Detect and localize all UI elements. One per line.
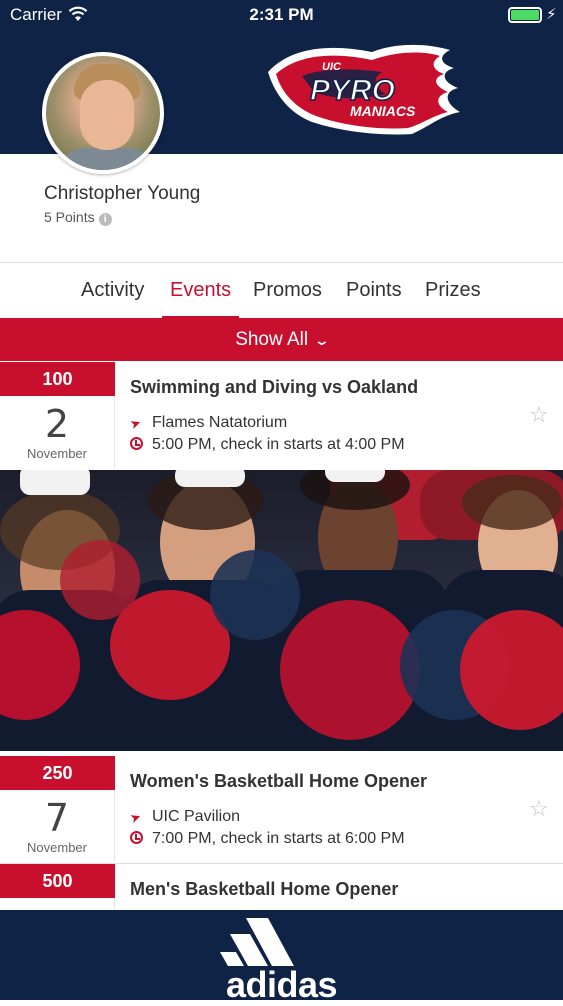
status-bar: Carrier 2:31 PM ⚡ [0, 0, 563, 30]
battery-icon [508, 7, 542, 23]
tab-points[interactable]: Points [346, 279, 402, 302]
avatar[interactable] [42, 52, 164, 174]
event-title: Women's Basketball Home Opener [130, 771, 428, 791]
show-all-label: Show All [235, 329, 309, 350]
logo-sub-text: MANIACS [350, 103, 416, 119]
charging-bolt-icon: ⚡ [546, 6, 557, 23]
tab-activity[interactable]: Activity [81, 279, 144, 302]
tab-promos[interactable]: Promos [253, 279, 322, 302]
event-title: Swimming and Diving vs Oakland [130, 377, 419, 397]
clock-icon [130, 437, 143, 450]
event-date: 2 November [0, 396, 115, 468]
tab-events[interactable]: Events [170, 279, 231, 302]
event-points-badge: 250 [0, 756, 115, 790]
user-points-label: 5 Points [44, 209, 95, 225]
event-points-badge: 500 [0, 864, 115, 898]
event-points-badge: 100 [0, 362, 115, 396]
event-location-text: UIC Pavilion [152, 808, 241, 825]
logo-small-text: UIC [322, 61, 342, 73]
status-time: 2:31 PM [249, 5, 314, 24]
event-time-text: 7:00 PM, check in starts at 6:00 PM [152, 830, 405, 847]
event-time: 5:00 PM, check in starts at 4:00 PM [130, 436, 405, 454]
event-location: ➤ UIC Pavilion [127, 808, 241, 827]
event-title: Men's Basketball Home Opener [130, 879, 399, 899]
event-time: 7:00 PM, check in starts at 6:00 PM [130, 830, 405, 848]
sponsor-footer[interactable]: adidas [0, 910, 563, 1005]
event-month: November [27, 840, 87, 855]
user-points: 5 Points i [44, 209, 112, 226]
clock-icon [130, 831, 143, 844]
event-card[interactable]: 100 2 November Swimming and Diving vs Oa… [0, 362, 563, 470]
info-icon[interactable]: i [98, 213, 112, 226]
event-location-text: Flames Natatorium [152, 414, 288, 431]
user-name: Christopher Young [44, 183, 201, 204]
event-time-text: 5:00 PM, check in starts at 4:00 PM [152, 436, 405, 453]
event-date [0, 898, 115, 910]
event-location: ➤ Flames Natatorium [127, 414, 288, 433]
event-date: 7 November [0, 790, 115, 862]
chevron-down-icon: ⌄ [313, 332, 331, 348]
show-all-filter[interactable]: Show All ⌄ [0, 318, 563, 361]
event-month: November [27, 446, 87, 461]
tab-bar: Activity Events Promos Points Prizes [0, 263, 563, 318]
event-photo [0, 470, 563, 751]
location-arrow-icon: ➤ [127, 808, 144, 827]
star-icon[interactable]: ☆ [529, 796, 549, 822]
star-icon[interactable]: ☆ [529, 402, 549, 428]
event-day: 2 [44, 402, 70, 446]
tab-prizes[interactable]: Prizes [425, 279, 481, 302]
event-card[interactable]: 500 Men's Basketball Home Opener [0, 864, 563, 910]
event-day: 7 [44, 796, 70, 840]
location-arrow-icon: ➤ [127, 414, 144, 433]
event-card[interactable]: 250 7 November Women's Basketball Home O… [0, 756, 563, 864]
pyro-maniacs-logo: UIC PYRO MANIACS [262, 42, 462, 138]
